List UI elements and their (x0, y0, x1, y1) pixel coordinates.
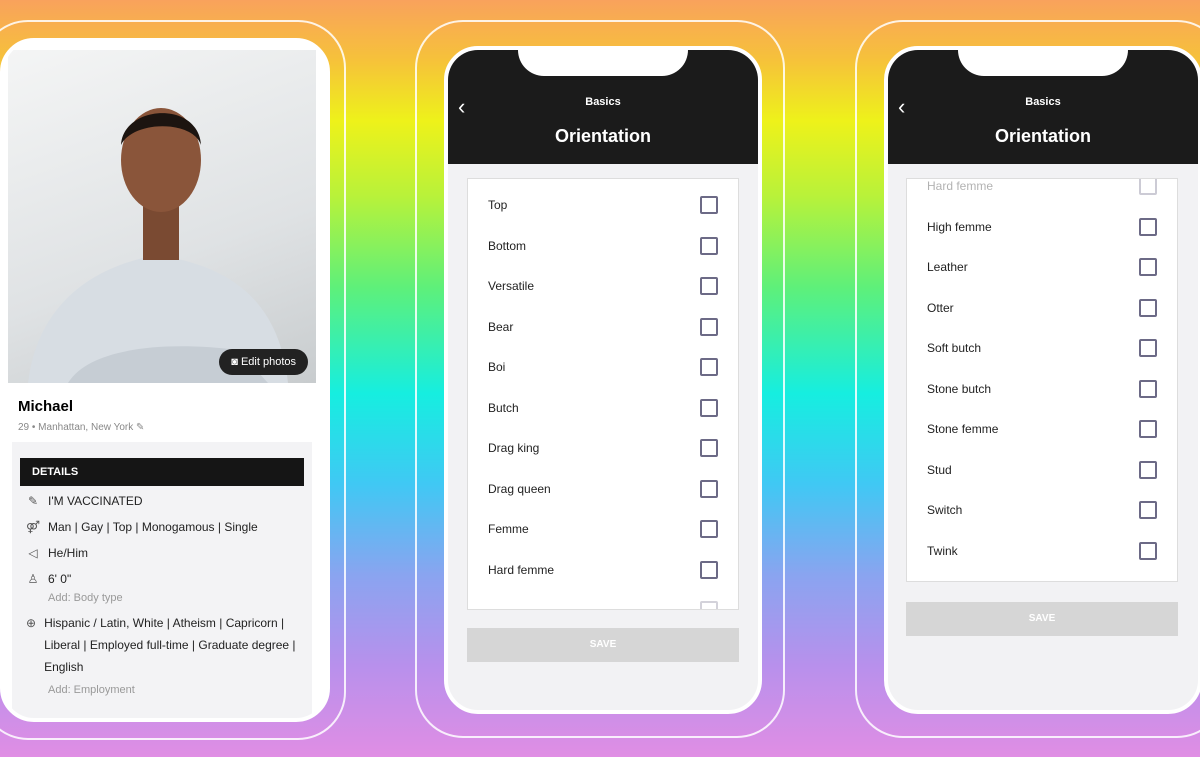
megaphone-icon: ◁ (28, 546, 38, 560)
option-label: Drag king (488, 441, 540, 455)
checkbox[interactable] (700, 317, 718, 336)
option-label: Bear (488, 319, 514, 334)
checkbox[interactable] (1139, 541, 1157, 560)
orientation-option[interactable]: Drag queen (468, 469, 738, 509)
checkbox[interactable] (1139, 217, 1157, 236)
option-label: Stone femme (927, 422, 999, 436)
orientation-option[interactable]: Hard femme (907, 179, 1177, 206)
details-panel: DETAILS ✎ I'M VACCINATED ⚤ Man | Gay | Top… (12, 442, 312, 718)
option-label: Twink (927, 543, 958, 558)
orientation-option[interactable]: Boi (468, 347, 738, 387)
option-label: Switch (927, 503, 963, 517)
option-label: Butch (488, 400, 519, 415)
checkbox[interactable] (1139, 420, 1157, 438)
profile-meta: 29 • Manhattan, New York ✎ (18, 422, 145, 433)
identity-detail[interactable]: Man | Gay | Top | Monogamous | Single (48, 520, 258, 534)
details-header: DETAILS (20, 458, 304, 486)
checkbox[interactable] (700, 479, 718, 498)
orientation-option[interactable]: Versatile (468, 266, 738, 306)
option-label: Otter (927, 300, 954, 315)
orientation-option[interactable]: Butch (468, 388, 738, 428)
checkbox[interactable] (700, 196, 718, 214)
body-icon: ♙ (27, 572, 39, 586)
orientation-option[interactable]: Stone femme (907, 409, 1177, 449)
checkbox[interactable] (1139, 339, 1157, 357)
orientation-option[interactable]: High femme (907, 207, 1177, 247)
edit-photos-button[interactable]: ◙ Edit photos (219, 349, 308, 375)
header-subtitle: Basics (585, 96, 621, 108)
orientation-option[interactable]: Switch (907, 490, 1177, 530)
orientation-option[interactable]: Otter (907, 288, 1177, 328)
option-label: Soft butch (927, 341, 982, 355)
orientation-option[interactable]: Soft butch (907, 328, 1177, 368)
checkbox[interactable] (1139, 258, 1157, 276)
checkbox[interactable] (700, 398, 718, 417)
checkbox[interactable] (700, 560, 718, 579)
orientation-option[interactable]: Bottom (468, 226, 738, 266)
option-label: Stud (927, 462, 952, 477)
orientation-list[interactable]: Hard femme High femme Leather Otter Soft but… (906, 178, 1178, 582)
camera-icon: ◙ (231, 356, 241, 368)
header-title: Orientation (994, 126, 1091, 146)
profile-phone: ◙ Edit photos Michael 29 • Manhattan, Ne… (0, 38, 330, 722)
save-button[interactable]: SAVE (906, 602, 1178, 636)
height-detail[interactable]: 6' 0" (48, 572, 71, 586)
checkbox[interactable] (1139, 379, 1157, 398)
orientation-list[interactable]: Top Bottom Versatile Bear Boi Butch Drag king D… (467, 178, 739, 610)
header: ‹ Basics Orientation (448, 50, 758, 164)
orientation-option-partial (468, 590, 738, 609)
checkbox[interactable] (700, 520, 718, 538)
profile-photo: ◙ Edit photos (8, 50, 316, 383)
save-button[interactable]: SAVE (467, 628, 739, 662)
checkbox[interactable] (700, 277, 718, 295)
globe-icon: ⊕ (26, 616, 37, 630)
option-label: Femme (488, 522, 529, 536)
checkbox[interactable] (1139, 460, 1157, 479)
header-title: Orientation (554, 126, 651, 146)
pencil-icon: ✎ (27, 494, 39, 508)
option-label: Top (488, 198, 508, 212)
pencil-icon[interactable]: ✎ (136, 422, 144, 433)
option-label: Boi (488, 360, 506, 374)
option-label: Bottom (488, 238, 527, 253)
add-employment-link[interactable]: Add: Employment (48, 684, 304, 696)
profile-name: Michael (18, 398, 74, 415)
header: ‹ Basics Orientation (888, 50, 1198, 164)
checkbox[interactable] (700, 601, 718, 609)
orientation-option[interactable]: Twink (907, 531, 1177, 571)
pronouns-detail[interactable]: He/Him (48, 546, 88, 560)
orientation-option[interactable]: Top (468, 185, 738, 225)
checkbox[interactable] (1139, 298, 1157, 317)
background-detail[interactable]: Hispanic / Latin, White | Atheism | Capr… (44, 612, 304, 678)
person-illustration (28, 108, 288, 383)
orientation-phone-1: ‹ Basics Orientation Top Bottom Versatile B… (444, 46, 762, 714)
option-label: Hard femme (488, 562, 555, 577)
checkbox[interactable] (1139, 179, 1157, 195)
option-label: Hard femme (927, 179, 994, 193)
orientation-option[interactable]: Drag king (468, 428, 738, 468)
checkbox[interactable] (700, 358, 718, 376)
checkbox[interactable] (1139, 501, 1157, 519)
gender-icon: ⚤ (26, 520, 41, 534)
add-body-type-link[interactable]: Add: Body type (48, 592, 304, 604)
orientation-option[interactable]: Stud (907, 450, 1177, 490)
option-label: Versatile (488, 279, 535, 293)
option-label: Leather (927, 260, 968, 274)
checkbox[interactable] (700, 439, 718, 457)
orientation-phone-2: ‹ Basics Orientation Hard femme High femm… (884, 46, 1200, 714)
orientation-option[interactable]: Bear (468, 307, 738, 347)
header-subtitle: Basics (1025, 96, 1061, 108)
orientation-option[interactable]: Femme (468, 509, 738, 549)
option-label: High femme (927, 219, 992, 234)
option-label: Stone butch (927, 381, 992, 396)
option-label: Drag queen (488, 481, 551, 496)
checkbox[interactable] (700, 236, 718, 255)
orientation-option[interactable]: Hard femme (468, 550, 738, 590)
orientation-option[interactable]: Stone butch (907, 369, 1177, 409)
orientation-option[interactable]: Leather (907, 247, 1177, 287)
vaccinated-detail[interactable]: I'M VACCINATED (48, 494, 143, 508)
